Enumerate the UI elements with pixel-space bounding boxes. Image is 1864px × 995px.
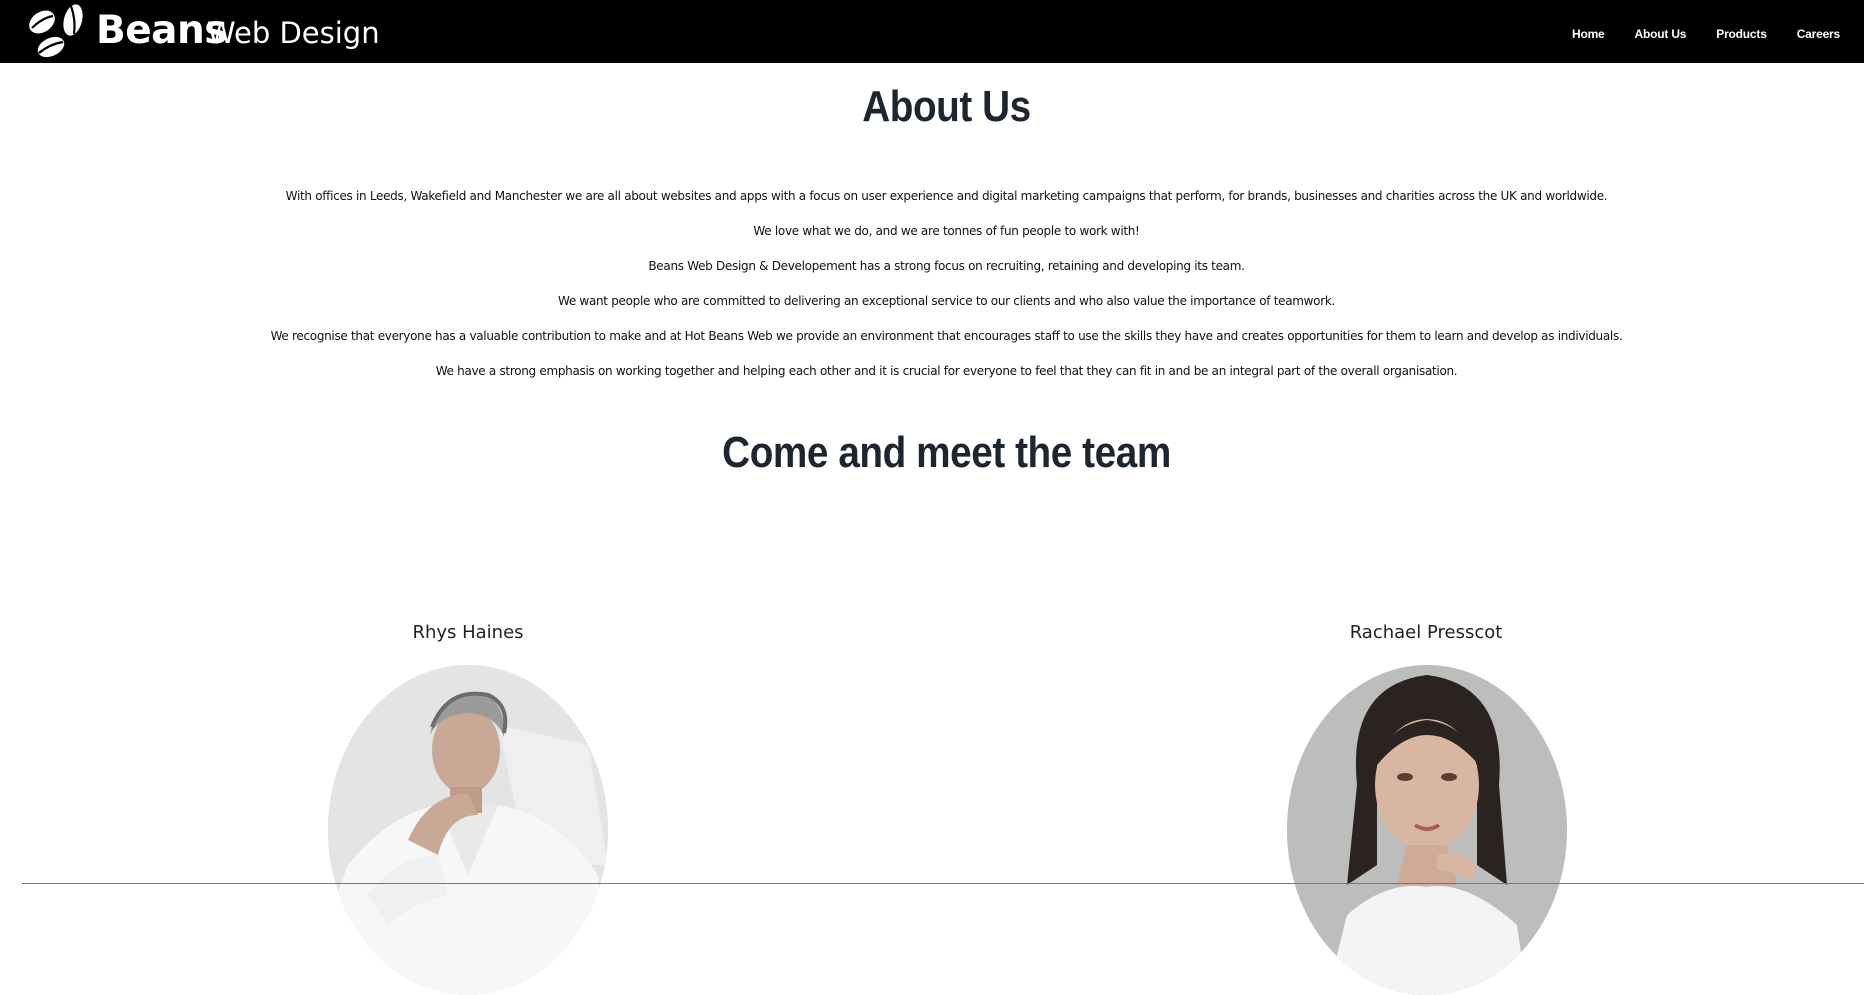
about-paragraph: We want people who are committed to deli…: [557, 294, 1336, 308]
logo[interactable]: [26, 2, 88, 62]
team-member-name: Rhys Haines: [412, 622, 524, 643]
nav-link-about-us[interactable]: About Us: [1635, 27, 1687, 41]
team-section-title: Come and meet the team: [722, 428, 1171, 477]
about-paragraph: Beans Web Design & Developement has a st…: [648, 259, 1245, 273]
nav-link-products[interactable]: Products: [1716, 27, 1767, 41]
about-paragraph: We have a strong emphasis on working tog…: [435, 364, 1458, 378]
man-portrait-image: [328, 665, 608, 995]
top-navigation-bar: Beans Web Design Home About Us Products …: [0, 0, 1864, 63]
brand-tagline: Web Design: [207, 16, 380, 50]
nav-link-home[interactable]: Home: [1572, 27, 1605, 41]
main-nav: Home About Us Products Careers: [1542, 27, 1840, 41]
page-title: About Us: [862, 82, 1031, 131]
nav-link-careers[interactable]: Careers: [1797, 27, 1841, 41]
team-member-name: Rachael Presscot: [1349, 622, 1503, 643]
woman-portrait-image: [1287, 665, 1567, 995]
about-paragraph: With offices in Leeds, Wakefield and Man…: [285, 189, 1608, 203]
coffee-beans-icon: [29, 4, 83, 58]
team-member-photo: [328, 665, 608, 995]
team-member-photo: [1287, 665, 1567, 995]
about-paragraph: We love what we do, and we are tonnes of…: [753, 224, 1140, 238]
about-paragraph: We recognise that everyone has a valuabl…: [270, 329, 1623, 343]
